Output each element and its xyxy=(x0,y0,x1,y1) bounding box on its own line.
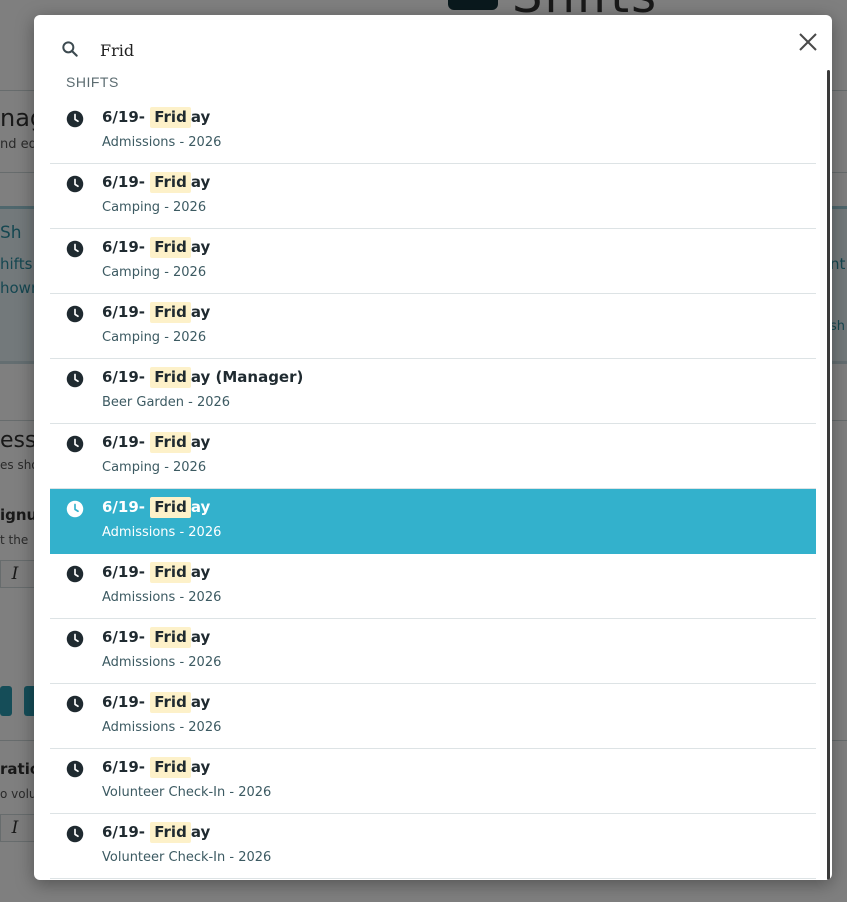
result-title-match: Frid xyxy=(150,367,191,388)
clock-icon xyxy=(66,110,84,128)
result-title-suffix: ay xyxy=(190,173,211,191)
results-section-label: SHIFTS xyxy=(66,74,119,90)
result-title-match: Frid xyxy=(150,302,191,323)
result-title-match: Frid xyxy=(150,432,191,453)
result-subtitle: Admissions - 2026 xyxy=(102,525,222,540)
result-item[interactable]: 6/19- Frid ay Admissions - 2026 xyxy=(50,554,816,619)
result-title: 6/19- Frid ay xyxy=(102,497,211,518)
clock-icon xyxy=(66,760,84,778)
clock-icon xyxy=(66,630,84,648)
result-subtitle: Volunteer Check-In - 2026 xyxy=(102,850,272,865)
result-title-prefix: 6/19- xyxy=(102,368,151,386)
result-title-match: Frid xyxy=(150,692,191,713)
result-title-suffix: ay xyxy=(190,693,211,711)
result-subtitle: Beer Garden - 2026 xyxy=(102,395,231,410)
clock-icon xyxy=(66,565,84,583)
result-item[interactable]: 6/19- Frid ay Admissions - 2026 xyxy=(50,99,816,164)
search-bar xyxy=(34,15,832,79)
result-title-match: Frid xyxy=(150,562,191,583)
result-title: 6/19- Frid ay xyxy=(102,172,211,193)
result-subtitle: Camping - 2026 xyxy=(102,200,207,215)
result-item[interactable]: 6/19- Frid ay Volunteer Check-In - 2026 xyxy=(50,814,816,879)
result-title-prefix: 6/19- xyxy=(102,433,151,451)
result-title-prefix: 6/19- xyxy=(102,173,151,191)
result-title-match: Frid xyxy=(150,757,191,778)
result-title: 6/19- Frid ay xyxy=(102,692,211,713)
result-title-prefix: 6/19- xyxy=(102,823,151,841)
result-subtitle: Camping - 2026 xyxy=(102,460,207,475)
result-title-prefix: 6/19- xyxy=(102,758,151,776)
clock-icon xyxy=(66,695,84,713)
result-title-suffix: ay xyxy=(190,433,211,451)
close-button[interactable] xyxy=(793,27,823,57)
result-title-prefix: 6/19- xyxy=(102,563,151,581)
results-list: 6/19- Frid ay Admissions - 2026 6/19- Fri… xyxy=(50,99,816,880)
result-title-prefix: 6/19- xyxy=(102,498,151,516)
result-title-prefix: 6/19- xyxy=(102,628,151,646)
result-subtitle: Admissions - 2026 xyxy=(102,135,222,150)
result-title-prefix: 6/19- xyxy=(102,108,151,126)
result-item[interactable]: 6/19- Frid ay Admissions - 2026 xyxy=(50,489,816,554)
search-icon xyxy=(62,41,78,57)
result-title-prefix: 6/19- xyxy=(102,238,151,256)
result-title-match: Frid xyxy=(150,172,191,193)
result-subtitle: Volunteer Check-In - 2026 xyxy=(102,785,272,800)
result-title: 6/19- Frid ay xyxy=(102,822,211,843)
result-subtitle: Admissions - 2026 xyxy=(102,655,222,670)
result-title: 6/19- Frid ay xyxy=(102,757,211,778)
result-item[interactable]: 6/19- Frid ay Admissions - 2026 xyxy=(50,684,816,749)
result-item[interactable]: 6/19- Frid ay Admissions - 2026 xyxy=(50,619,816,684)
result-title: 6/19- Frid ay xyxy=(102,107,211,128)
search-modal: SHIFTS 6/19- Friday Admissions - 2026 6/… xyxy=(34,15,832,880)
result-title-match: Frid xyxy=(150,107,191,128)
clock-icon xyxy=(66,305,84,323)
close-icon xyxy=(799,33,817,51)
clock-icon xyxy=(66,175,84,193)
result-title-suffix: ay xyxy=(190,823,211,841)
result-title: 6/19- Frid ay xyxy=(102,627,211,648)
result-title: 6/19- Frid ay xyxy=(102,302,211,323)
result-title: 6/19- Frid ay (Manager) xyxy=(102,367,304,388)
result-title: 6/19- Frid ay xyxy=(102,432,211,453)
result-item[interactable]: 6/19- Frid ay Camping - 2026 xyxy=(50,164,816,229)
result-item[interactable]: 6/19- Frid ay Volunteer Check-In - 2026 xyxy=(50,749,816,814)
result-item[interactable]: 6/19- Frid ay Camping - 2026 xyxy=(50,294,816,359)
result-subtitle: Camping - 2026 xyxy=(102,330,207,345)
result-title-suffix: ay xyxy=(190,758,211,776)
clock-icon xyxy=(66,825,84,843)
result-title-prefix: 6/19- xyxy=(102,693,151,711)
result-title-match: Frid xyxy=(150,822,191,843)
result-title: 6/19- Frid ay xyxy=(102,562,211,583)
result-title-suffix: ay xyxy=(190,108,211,126)
clock-icon xyxy=(66,500,84,518)
result-title-match: Frid xyxy=(150,627,191,648)
result-title-match: Frid xyxy=(150,497,191,518)
result-title-match: Frid xyxy=(150,237,191,258)
result-title-suffix: ay xyxy=(190,303,211,321)
result-title-suffix: ay xyxy=(190,563,211,581)
clock-icon xyxy=(66,370,84,388)
result-subtitle: Admissions - 2026 xyxy=(102,590,222,605)
result-item[interactable]: 6/19- Frid ay Camping - 2026 xyxy=(50,229,816,294)
clock-icon xyxy=(66,435,84,453)
result-title-suffix: ay xyxy=(190,498,211,516)
search-input[interactable] xyxy=(100,36,760,64)
result-subtitle: Camping - 2026 xyxy=(102,265,207,280)
result-title-suffix: ay (Manager) xyxy=(190,368,304,386)
result-title-prefix: 6/19- xyxy=(102,303,151,321)
results-scrollbar[interactable] xyxy=(827,70,830,880)
clock-icon xyxy=(66,240,84,258)
result-subtitle: Admissions - 2026 xyxy=(102,720,222,735)
result-item[interactable]: 6/19- Frid ay Camping - 2026 xyxy=(50,424,816,489)
result-item[interactable]: 6/19- Frid ay (Manager) Beer Garden - 202… xyxy=(50,359,816,424)
result-title-suffix: ay xyxy=(190,628,211,646)
result-title: 6/19- Frid ay xyxy=(102,237,211,258)
result-title-suffix: ay xyxy=(190,238,211,256)
